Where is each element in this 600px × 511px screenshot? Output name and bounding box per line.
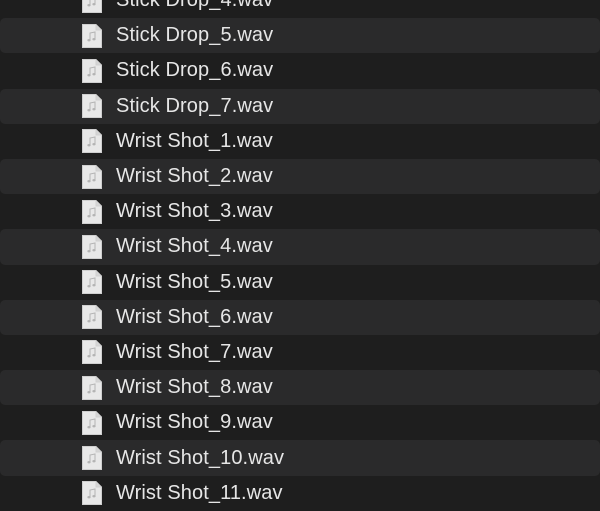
- audio-file-icon: [81, 23, 103, 49]
- file-name: Wrist Shot_11.wav: [116, 481, 283, 504]
- list-item[interactable]: Wrist Shot_10.wav: [0, 440, 600, 476]
- file-name: Stick Drop_5.wav: [116, 24, 274, 47]
- list-item[interactable]: Wrist Shot_2.wav: [0, 158, 600, 195]
- file-name: Wrist Shot_4.wav: [116, 235, 273, 258]
- list-item[interactable]: Stick Drop_5.wav: [0, 18, 600, 54]
- list-item[interactable]: Wrist Shot_11.wav: [0, 476, 600, 511]
- list-item[interactable]: Wrist Shot_8.wav: [0, 370, 600, 406]
- file-name: Stick Drop_7.wav: [116, 94, 274, 117]
- list-item[interactable]: Wrist Shot_6.wav: [0, 299, 600, 335]
- file-name: Wrist Shot_3.wav: [116, 200, 273, 223]
- audio-file-icon: [81, 480, 103, 506]
- file-name: Wrist Shot_9.wav: [116, 411, 273, 434]
- file-list: Stick Drop_4.wav Stick Drop_5.wav Stick Dr…: [0, 0, 600, 511]
- file-name: Wrist Shot_7.wav: [116, 340, 273, 363]
- audio-file-icon: [81, 269, 103, 295]
- audio-file-icon: [81, 58, 103, 84]
- file-name: Stick Drop_4.wav: [116, 0, 274, 12]
- audio-file-icon: [81, 234, 103, 260]
- audio-file-icon: [81, 410, 103, 436]
- file-name: Wrist Shot_10.wav: [116, 446, 285, 469]
- list-item[interactable]: Stick Drop_7.wav: [0, 88, 600, 124]
- list-item[interactable]: Stick Drop_6.wav: [0, 53, 600, 88]
- audio-file-icon: [81, 199, 103, 225]
- audio-file-icon: [81, 164, 103, 190]
- file-name: Wrist Shot_5.wav: [116, 270, 273, 293]
- list-item[interactable]: Stick Drop_4.wav: [0, 0, 600, 18]
- list-item[interactable]: Wrist Shot_9.wav: [0, 405, 600, 440]
- file-name: Wrist Shot_6.wav: [116, 305, 273, 328]
- audio-file-icon: [81, 304, 103, 330]
- audio-file-icon: [81, 93, 103, 119]
- file-name: Stick Drop_6.wav: [116, 59, 274, 82]
- file-name: Wrist Shot_2.wav: [116, 165, 273, 188]
- file-name: Wrist Shot_8.wav: [116, 376, 273, 399]
- list-item[interactable]: Wrist Shot_5.wav: [0, 265, 600, 300]
- list-item[interactable]: Wrist Shot_1.wav: [0, 124, 600, 159]
- audio-file-icon: [81, 339, 103, 365]
- audio-file-icon: [81, 445, 103, 471]
- file-name: Wrist Shot_1.wav: [116, 129, 273, 152]
- list-item[interactable]: Wrist Shot_7.wav: [0, 335, 600, 370]
- audio-file-icon: [81, 128, 103, 154]
- list-item[interactable]: Wrist Shot_3.wav: [0, 194, 600, 229]
- audio-file-icon: [81, 0, 103, 14]
- audio-file-icon: [81, 375, 103, 401]
- list-item[interactable]: Wrist Shot_4.wav: [0, 229, 600, 265]
